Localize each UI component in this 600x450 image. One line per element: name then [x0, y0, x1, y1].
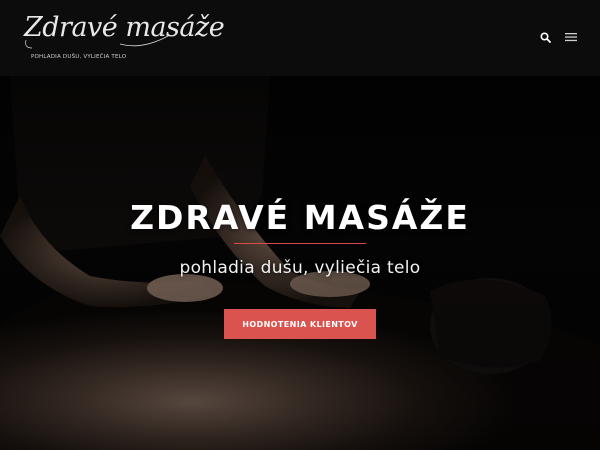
hero-divider: [234, 243, 366, 244]
hamburger-menu-icon[interactable]: [564, 30, 578, 44]
header-actions: [538, 30, 578, 44]
logo-swoosh-icon: [25, 35, 169, 49]
hero-subtitle: pohladia dušu, vyliečia telo: [179, 258, 421, 278]
hero-section: ZDRAVÉ MASÁŽE pohladia dušu, vyliečia te…: [0, 76, 600, 450]
logo-tagline: POHLADIA DUŠU, VYLIEČIA TELO: [31, 54, 127, 60]
site-header: Zdravé masáže POHLADIA DUŠU, VYLIEČIA TE…: [0, 0, 600, 76]
hero-title: ZDRAVÉ MASÁŽE: [130, 198, 470, 237]
client-reviews-button[interactable]: HODNOTENIA KLIENTOV: [224, 309, 376, 339]
page: Zdravé masáže POHLADIA DUŠU, VYLIEČIA TE…: [0, 0, 600, 450]
site-logo[interactable]: Zdravé masáže POHLADIA DUŠU, VYLIEČIA TE…: [22, 10, 225, 66]
search-icon[interactable]: [538, 30, 552, 44]
hero-content: ZDRAVÉ MASÁŽE pohladia dušu, vyliečia te…: [0, 76, 600, 450]
